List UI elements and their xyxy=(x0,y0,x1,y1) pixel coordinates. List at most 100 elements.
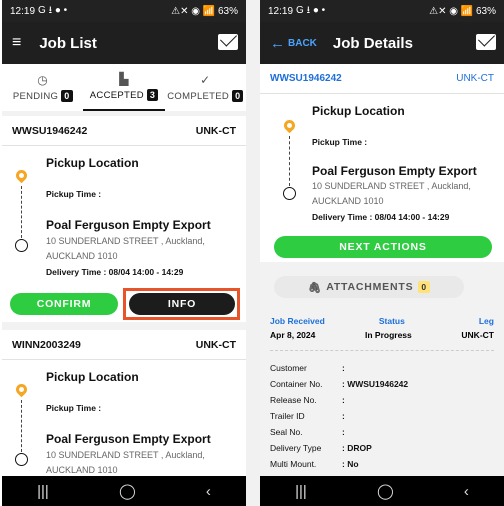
pickup-time: Pickup Time : xyxy=(46,189,102,199)
tab-label: ACCEPTED xyxy=(89,89,144,101)
mail-icon[interactable] xyxy=(476,34,496,50)
paperclip-icon: 🖇 xyxy=(308,281,323,294)
pickup-title: Pickup Location xyxy=(312,104,405,118)
home-icon[interactable]: ◯ xyxy=(377,482,394,500)
address-line-2: AUCKLAND 1010 xyxy=(312,196,384,206)
job-id: WWSU1946242 xyxy=(270,73,342,84)
job-list-content: ◷ PENDING 0 ▙ ACCEPTED 3 ✓ COMPLETED 0 WWSU… xyxy=(2,64,246,476)
android-nav-bar: ||| ◯ ‹ xyxy=(260,476,504,506)
detail-row: Customer: xyxy=(270,360,494,376)
tab-completed[interactable]: ✓ COMPLETED 0 xyxy=(165,64,246,111)
job-card-header: WWSU1946242 UNK-CT xyxy=(2,116,246,146)
route-line xyxy=(21,400,22,452)
status-value: In Progress xyxy=(365,330,412,340)
delivery-time: Delivery Time : 08/04 14:00 - 14:29 xyxy=(312,212,450,222)
leg-label: Leg xyxy=(478,316,494,326)
job-card[interactable]: WINN2003249 UNK-CT Pickup Location Picku… xyxy=(2,330,246,476)
home-icon[interactable]: ◯ xyxy=(119,482,136,500)
job-code: UNK-CT xyxy=(195,338,236,351)
job-code: UNK-CT xyxy=(195,124,236,137)
destination-circle-icon xyxy=(15,239,28,252)
detail-row: Release No.: xyxy=(270,392,494,408)
screen-divider xyxy=(246,0,260,506)
pickup-pin-icon xyxy=(13,381,30,398)
detail-key: Multi Mount. xyxy=(270,459,317,469)
recent-apps-icon[interactable]: ||| xyxy=(37,483,49,500)
detail-row: Container No.: WWSU1946242 xyxy=(270,376,494,392)
back-button[interactable]: ← BACK xyxy=(270,35,317,52)
job-id: WWSU1946242 xyxy=(12,124,88,137)
android-nav-bar: ||| ◯ ‹ xyxy=(2,476,246,506)
check-icon: ✓ xyxy=(200,73,211,87)
destination-title: Poal Ferguson Empty Export xyxy=(312,164,477,178)
status-time: 12:19 xyxy=(268,5,294,17)
destination-title: Poal Ferguson Empty Export xyxy=(46,432,211,446)
tab-label: COMPLETED xyxy=(167,90,230,102)
job-code: UNK-CT xyxy=(456,73,494,84)
job-card[interactable]: WWSU1946242 UNK-CT Pickup Location Picku… xyxy=(2,116,246,322)
document-icon: ▙ xyxy=(119,72,129,86)
job-tabs: ◷ PENDING 0 ▙ ACCEPTED 3 ✓ COMPLETED 0 xyxy=(2,64,246,111)
detail-value: : xyxy=(342,411,345,421)
detail-value: : xyxy=(342,363,345,373)
page-title: Job List xyxy=(39,34,97,52)
status-bar: 12:19 G ⭳ ● • ⚠✕ ◉ 📶 63% xyxy=(260,0,504,22)
tab-accepted[interactable]: ▙ ACCEPTED 3 xyxy=(83,64,165,111)
status-right-icons: ⚠✕ ◉ 📶 63% xyxy=(429,5,496,17)
detail-key: Customer xyxy=(270,363,307,373)
tab-label: PENDING xyxy=(12,90,59,102)
detail-value: : xyxy=(342,427,345,437)
attachments-button[interactable]: 🖇 ATTACHMENTS 0 xyxy=(274,276,464,298)
job-details-list: Customer: Container No.: WWSU1946242 Rel… xyxy=(270,360,494,472)
back-icon[interactable]: ‹ xyxy=(206,483,211,500)
page-title: Job Details xyxy=(332,34,413,52)
menu-icon[interactable]: ≡ xyxy=(12,34,21,52)
confirm-button[interactable]: CONFIRM xyxy=(10,293,118,315)
arrow-left-icon: ← xyxy=(270,34,285,52)
next-actions-button[interactable]: NEXT ACTIONS xyxy=(274,236,492,258)
attachments-label: ATTACHMENTS xyxy=(326,281,414,293)
job-list-screen: 12:19 G ⭳ ● • ⚠✕ ◉ 📶 63% ≡ Job List ◷ PEN… xyxy=(2,0,246,506)
status-bar: 12:19 G ⭳ ● • ⚠✕ ◉ 📶 63% xyxy=(2,0,246,22)
detail-value: : WWSU1946242 xyxy=(342,379,409,389)
app-bar: ≡ Job List xyxy=(2,22,246,64)
address-line-2: AUCKLAND 1010 xyxy=(46,465,118,475)
address-line-1: 10 SUNDERLAND STREET , Auckland, xyxy=(46,450,205,460)
details-header: WWSU1946242 UNK-CT xyxy=(260,64,504,94)
received-label: Job Received xyxy=(270,316,325,326)
detail-row: Trailer ID: xyxy=(270,408,494,424)
count-badge: 0 xyxy=(61,90,73,102)
job-id: WINN2003249 xyxy=(12,338,81,351)
pickup-time: Pickup Time : xyxy=(312,137,368,147)
detail-value: : DROP xyxy=(342,443,372,453)
pickup-pin-icon xyxy=(13,167,30,184)
recent-apps-icon[interactable]: ||| xyxy=(295,483,307,500)
pickup-title: Pickup Location xyxy=(46,156,139,170)
route-line xyxy=(289,136,290,186)
back-label: BACK xyxy=(288,37,317,49)
mail-icon[interactable] xyxy=(218,34,238,50)
tab-pending[interactable]: ◷ PENDING 0 xyxy=(2,64,83,111)
job-summary: Job Received Status Leg Apr 8, 2024 In P… xyxy=(270,316,494,351)
job-details-content: WWSU1946242 UNK-CT Pickup Location Picku… xyxy=(260,64,504,476)
address-line-1: 10 SUNDERLAND STREET , Auckland, xyxy=(312,181,471,191)
destination-title: Poal Ferguson Empty Export xyxy=(46,218,211,232)
pickup-pin-icon xyxy=(281,117,298,134)
detail-key: Trailer ID xyxy=(270,411,305,421)
detail-key: Delivery Type xyxy=(270,443,322,453)
status-label: Status xyxy=(378,316,405,326)
status-time: 12:19 xyxy=(10,5,36,17)
detail-value: : xyxy=(342,395,345,405)
detail-value: : No xyxy=(342,459,359,469)
back-icon[interactable]: ‹ xyxy=(464,483,469,500)
count-badge: 3 xyxy=(146,89,159,101)
destination-circle-icon xyxy=(283,187,296,200)
status-right-icons: ⚠✕ ◉ 📶 63% xyxy=(171,5,238,17)
app-bar: ← BACK Job Details xyxy=(260,22,504,64)
pickup-time: Pickup Time : xyxy=(46,403,102,413)
destination-circle-icon xyxy=(15,453,28,466)
detail-row: Delivery Type : DROP xyxy=(270,440,494,456)
job-card-header: WINN2003249 UNK-CT xyxy=(2,330,246,360)
info-button[interactable]: INFO xyxy=(129,293,235,315)
clock-icon: ◷ xyxy=(37,73,49,87)
